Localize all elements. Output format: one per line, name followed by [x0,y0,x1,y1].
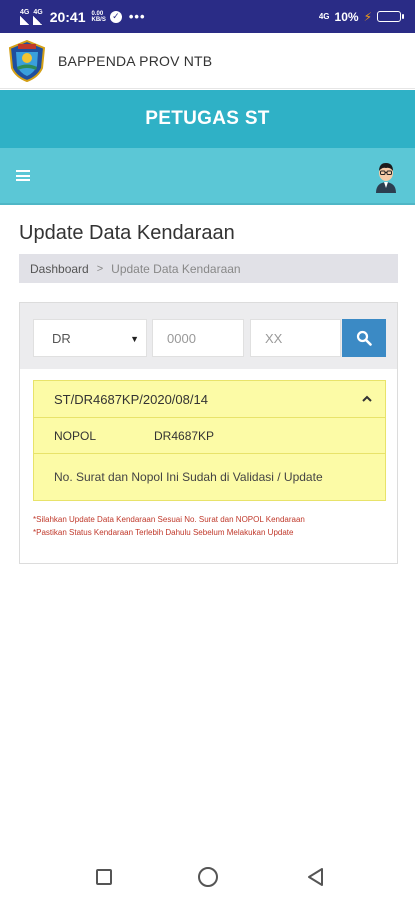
status-bar: 4G 4G 20:41 0.00 KB/S ✓ ••• 4G 10% ⚡ [0,0,415,33]
signal-2: 4G [33,8,43,25]
back-icon[interactable] [306,867,326,887]
page-title: Update Data Kendaraan [19,222,235,244]
screen: 4G 4G 20:41 0.00 KB/S ✓ ••• 4G 10% ⚡ BAP… [0,0,415,900]
instruction-note: *Pastikan Status Kendaraan Terlebih Dahu… [33,528,294,537]
validation-message: No. Surat dan Nopol Ini Sudah di Validas… [54,470,323,484]
net-speed-unit: KB/S [91,16,106,23]
plate-prefix-value: DR [52,330,71,346]
system-nav-bar [0,852,415,900]
chevron-up-icon[interactable] [361,393,373,405]
app-header: BAPPENDA PROV NTB [0,33,415,89]
ntb-crest-logo [8,39,46,82]
status-left: 4G 4G 20:41 0.00 KB/S ✓ ••• [20,9,146,25]
vehicle-search-card: DR ▼ ST/DR4687KP/2020/08/14 NOPOL [19,302,398,564]
nav-bar [0,148,415,205]
officer-avatar-icon[interactable] [373,159,399,193]
more-notifications-icon: ••• [128,9,146,24]
recent-apps-icon[interactable] [96,869,112,885]
plate-search-bar: DR ▼ [20,303,397,369]
signal-bars-icon [33,15,43,25]
result-panel: ST/DR4687KP/2020/08/14 NOPOL DR4687KP No… [33,380,386,501]
nopol-label: NOPOL [54,428,97,443]
clock: 20:41 [49,8,86,25]
result-header[interactable]: ST/DR4687KP/2020/08/14 [34,381,385,418]
search-icon [356,330,372,346]
breadcrumb-separator: > [96,262,104,275]
status-right: 4G 10% ⚡ [318,9,404,24]
breadcrumb-current: Update Data Kendaraan [111,261,241,276]
search-button[interactable] [342,319,386,357]
instruction-note: *Silahkan Update Data Kendaraan Sesuai N… [33,515,305,524]
signal-2-label: 4G [33,8,43,16]
breadcrumb: Dashboard > Update Data Kendaraan [19,254,398,283]
signal-1-label: 4G [20,8,30,16]
check-circle-icon: ✓ [109,10,122,23]
signal-1: 4G [20,9,29,25]
network-type: 4G [318,12,330,21]
nopol-row: NOPOL DR4687KP [34,418,385,454]
battery-percent: 10% [334,9,359,24]
plate-number-input[interactable] [152,319,244,357]
plate-prefix-select[interactable]: DR ▼ [33,319,147,357]
letter-number: ST/DR4687KP/2020/08/14 [54,391,208,407]
hamburger-icon[interactable] [16,170,30,181]
net-speed: 0.00 KB/S [92,11,106,23]
breadcrumb-dashboard-link[interactable]: Dashboard [30,262,89,276]
home-icon[interactable] [198,867,218,887]
app-name: BAPPENDA PROV NTB [58,52,213,69]
role-title: PETUGAS ST [145,108,270,129]
nopol-value: DR4687KP [154,428,215,443]
role-title-band: PETUGAS ST [0,90,415,148]
dropdown-caret-icon: ▼ [130,334,139,344]
charging-icon: ⚡ [363,9,372,24]
battery-icon [377,11,404,22]
plate-suffix-input[interactable] [250,319,341,357]
signal-bars-icon [20,15,29,25]
